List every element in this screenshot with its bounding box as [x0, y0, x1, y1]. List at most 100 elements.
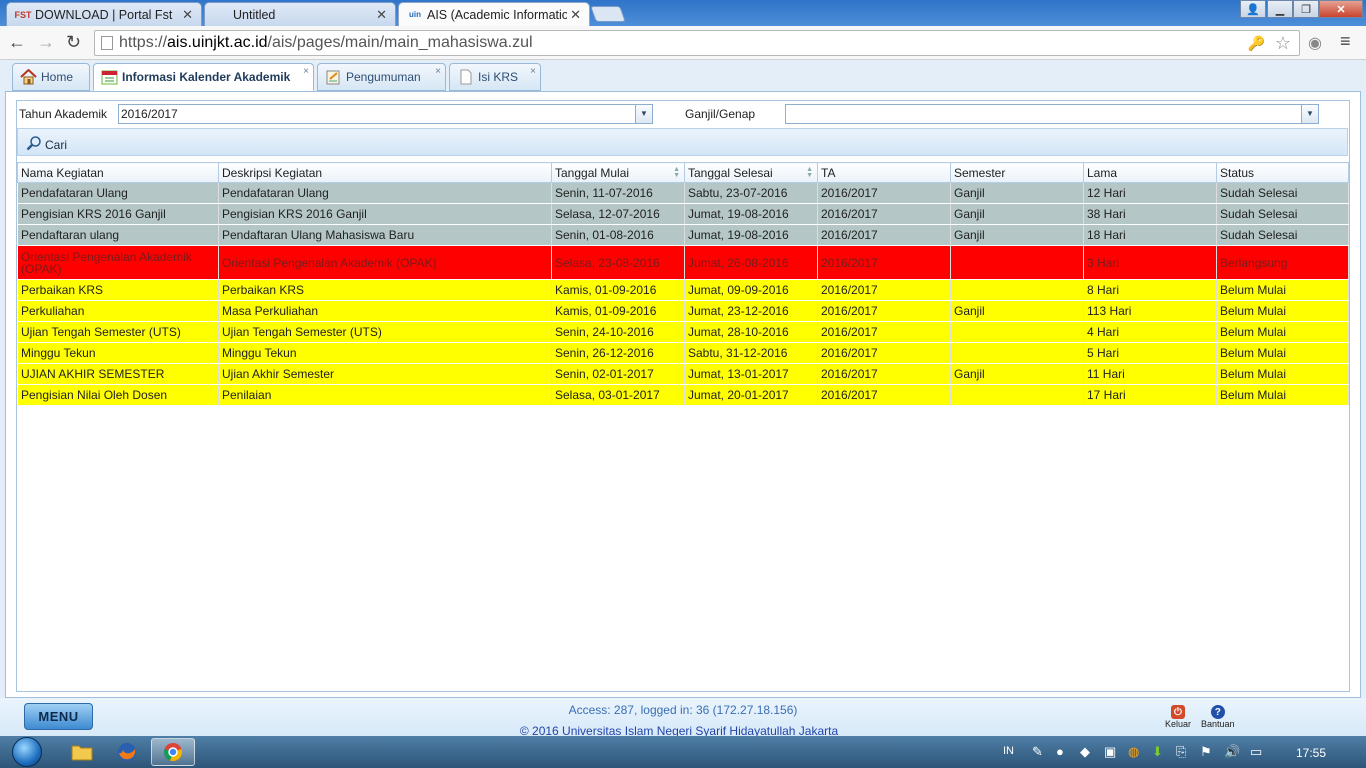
- new-tab-button[interactable]: [590, 6, 626, 22]
- chevron-down-icon[interactable]: ▼: [635, 105, 652, 123]
- url-scheme: https://: [119, 34, 168, 51]
- close-tab-icon[interactable]: ✕: [182, 7, 193, 23]
- access-info: Access: 287, logged in: 36 (172.27.18.15…: [568, 703, 798, 717]
- chrome-taskbar-button[interactable]: [151, 738, 195, 766]
- sort-arrows-icon[interactable]: ▲ ▼: [673, 166, 680, 179]
- table-cell: Kamis, 01-09-2016: [551, 300, 685, 322]
- table-cell: Sabtu, 31-12-2016: [684, 342, 818, 364]
- table-cell: Ujian Akhir Semester: [218, 363, 552, 385]
- close-tab-icon[interactable]: ×: [303, 66, 309, 77]
- table-cell: 11 Hari: [1083, 363, 1217, 385]
- table-cell: Jumat, 09-09-2016: [684, 279, 818, 301]
- table-cell: 8 Hari: [1083, 279, 1217, 301]
- tahun-akademik-select[interactable]: 2016/2017 ▼: [118, 104, 653, 124]
- reload-icon[interactable]: ↻: [66, 32, 81, 53]
- tab-kalender-akademik[interactable]: Informasi Kalender Akademik ×: [93, 63, 314, 91]
- network-monitor-tray-icon[interactable]: ▣: [1104, 744, 1116, 760]
- table-cell: Ganjil: [950, 203, 1084, 225]
- tab-home[interactable]: Home: [12, 63, 90, 91]
- chevron-down-icon[interactable]: ▼: [1301, 105, 1318, 123]
- table-row[interactable]: Minggu Tekun Minggu Tekun Senin, 26-12-201…: [17, 342, 1349, 364]
- table-cell: 2016/2017: [817, 300, 951, 322]
- table-cell: Jumat, 23-12-2016: [684, 300, 818, 322]
- key-icon[interactable]: 🔑: [1248, 31, 1265, 55]
- address-bar[interactable]: https://ais.uinjkt.ac.id/ais/pages/main/…: [94, 30, 1300, 56]
- minimize-button[interactable]: ▁: [1267, 0, 1293, 18]
- user-icon[interactable]: 👤: [1240, 0, 1266, 18]
- chrome-menu-icon[interactable]: ≡: [1340, 31, 1351, 52]
- explorer-taskbar-button[interactable]: [60, 738, 104, 766]
- column-header[interactable]: Tanggal Mulai ▲ ▼: [551, 162, 685, 183]
- tab-isi-krs[interactable]: Isi KRS ×: [449, 63, 541, 91]
- table-row[interactable]: Pengisian KRS 2016 Ganjil Pengisian KRS 2…: [17, 203, 1349, 225]
- table-row[interactable]: Pendaftaran ulang Pendaftaran Ulang Mahas…: [17, 224, 1349, 246]
- table-cell: Berlangsung: [1216, 245, 1349, 280]
- app-tray-icon[interactable]: ◆: [1080, 744, 1090, 760]
- announcement-icon: [325, 69, 342, 85]
- column-header[interactable]: Lama: [1083, 162, 1217, 183]
- pen-tray-icon[interactable]: ✎: [1032, 744, 1043, 760]
- close-window-button[interactable]: ✕: [1319, 0, 1363, 18]
- browser-tab-title: Untitled: [233, 7, 276, 22]
- table-cell: 12 Hari: [1083, 182, 1217, 204]
- browser-tab-ais[interactable]: uin AIS (Academic Information ✕: [398, 2, 590, 26]
- table-row[interactable]: Perbaikan KRS Perbaikan KRS Kamis, 01-09-2…: [17, 279, 1349, 301]
- column-header[interactable]: Semester: [950, 162, 1084, 183]
- taskbar-clock[interactable]: 17:55: [1296, 746, 1326, 760]
- tab-pengumuman[interactable]: Pengumuman ×: [317, 63, 446, 91]
- document-icon: [457, 69, 474, 85]
- usb-tray-icon[interactable]: ⎘: [1176, 744, 1186, 760]
- search-icon: [26, 135, 42, 154]
- flag-tray-icon[interactable]: ⚑: [1200, 744, 1212, 760]
- table-row[interactable]: Ujian Tengah Semester (UTS) Ujian Tengah …: [17, 321, 1349, 343]
- start-button[interactable]: [8, 736, 46, 768]
- column-header[interactable]: Tanggal Selesai ▲ ▼: [684, 162, 818, 183]
- column-header[interactable]: Status: [1216, 162, 1349, 183]
- volume-icon[interactable]: 🔊: [1224, 744, 1240, 760]
- show-desktop-tray-icon[interactable]: ▭: [1250, 744, 1262, 760]
- firefox-taskbar-button[interactable]: [105, 738, 149, 766]
- sort-arrows-icon[interactable]: ▲ ▼: [806, 166, 813, 179]
- table-cell: Pendaftaran ulang: [17, 224, 219, 246]
- tab-home-label: Home: [41, 70, 74, 84]
- calendar-icon: [101, 69, 118, 85]
- forward-arrow-icon[interactable]: →: [37, 32, 55, 53]
- restore-button[interactable]: ❐: [1293, 0, 1319, 18]
- table-row[interactable]: Perkuliahan Masa Perkuliahan Kamis, 01-09-…: [17, 300, 1349, 322]
- table-cell: Minggu Tekun: [17, 342, 219, 364]
- table-cell: 5 Hari: [1083, 342, 1217, 364]
- close-tab-icon[interactable]: ✕: [570, 7, 581, 23]
- language-indicator[interactable]: IN: [1003, 745, 1014, 757]
- fst-favicon-icon: FST: [14, 9, 32, 20]
- table-cell: [950, 342, 1084, 364]
- table-cell: 18 Hari: [1083, 224, 1217, 246]
- table-cell: Ujian Tengah Semester (UTS): [17, 321, 219, 343]
- folder-icon: [71, 745, 93, 761]
- bookmark-star-icon[interactable]: ☆: [1275, 31, 1291, 55]
- table-row[interactable]: Orientasi Pengenalan Akademik (OPAK) Orie…: [17, 245, 1349, 280]
- close-tab-icon[interactable]: ×: [435, 66, 441, 77]
- table-cell: 2016/2017: [817, 245, 951, 280]
- table-row[interactable]: Pendafataran Ulang Pendafataran Ulang Seni…: [17, 182, 1349, 204]
- back-arrow-icon[interactable]: ←: [8, 32, 26, 53]
- ganjil-genap-select[interactable]: ▼: [785, 104, 1319, 124]
- bantuan-button[interactable]: ? Bantuan: [1201, 705, 1235, 729]
- table-cell: 2016/2017: [817, 203, 951, 225]
- keluar-button[interactable]: ⏻ Keluar: [1165, 705, 1191, 729]
- table-cell: Senin, 24-10-2016: [551, 321, 685, 343]
- column-header[interactable]: Nama Kegiatan: [17, 162, 219, 183]
- extension-icon[interactable]: ◉: [1308, 33, 1322, 53]
- table-row[interactable]: UJIAN AKHIR SEMESTER Ujian Akhir Semester…: [17, 363, 1349, 385]
- cari-button[interactable]: Cari: [26, 135, 67, 154]
- download-tray-icon[interactable]: ⬇: [1152, 744, 1163, 760]
- browser-tab-fst[interactable]: FST DOWNLOAD | Portal Fst ✕: [6, 2, 202, 26]
- close-tab-icon[interactable]: ✕: [376, 7, 387, 23]
- red-tray-icon[interactable]: ●: [1056, 744, 1064, 759]
- table-row[interactable]: Pengisian Nilai Oleh Dosen Penilaian Selas…: [17, 384, 1349, 406]
- close-tab-icon[interactable]: ×: [530, 66, 536, 77]
- avast-tray-icon[interactable]: ◍: [1128, 744, 1139, 760]
- column-header[interactable]: TA: [817, 162, 951, 183]
- browser-tab-untitled[interactable]: Untitled ✕: [204, 2, 396, 26]
- table-cell: Pengisian Nilai Oleh Dosen: [17, 384, 219, 406]
- column-header[interactable]: Deskripsi Kegiatan: [218, 162, 552, 183]
